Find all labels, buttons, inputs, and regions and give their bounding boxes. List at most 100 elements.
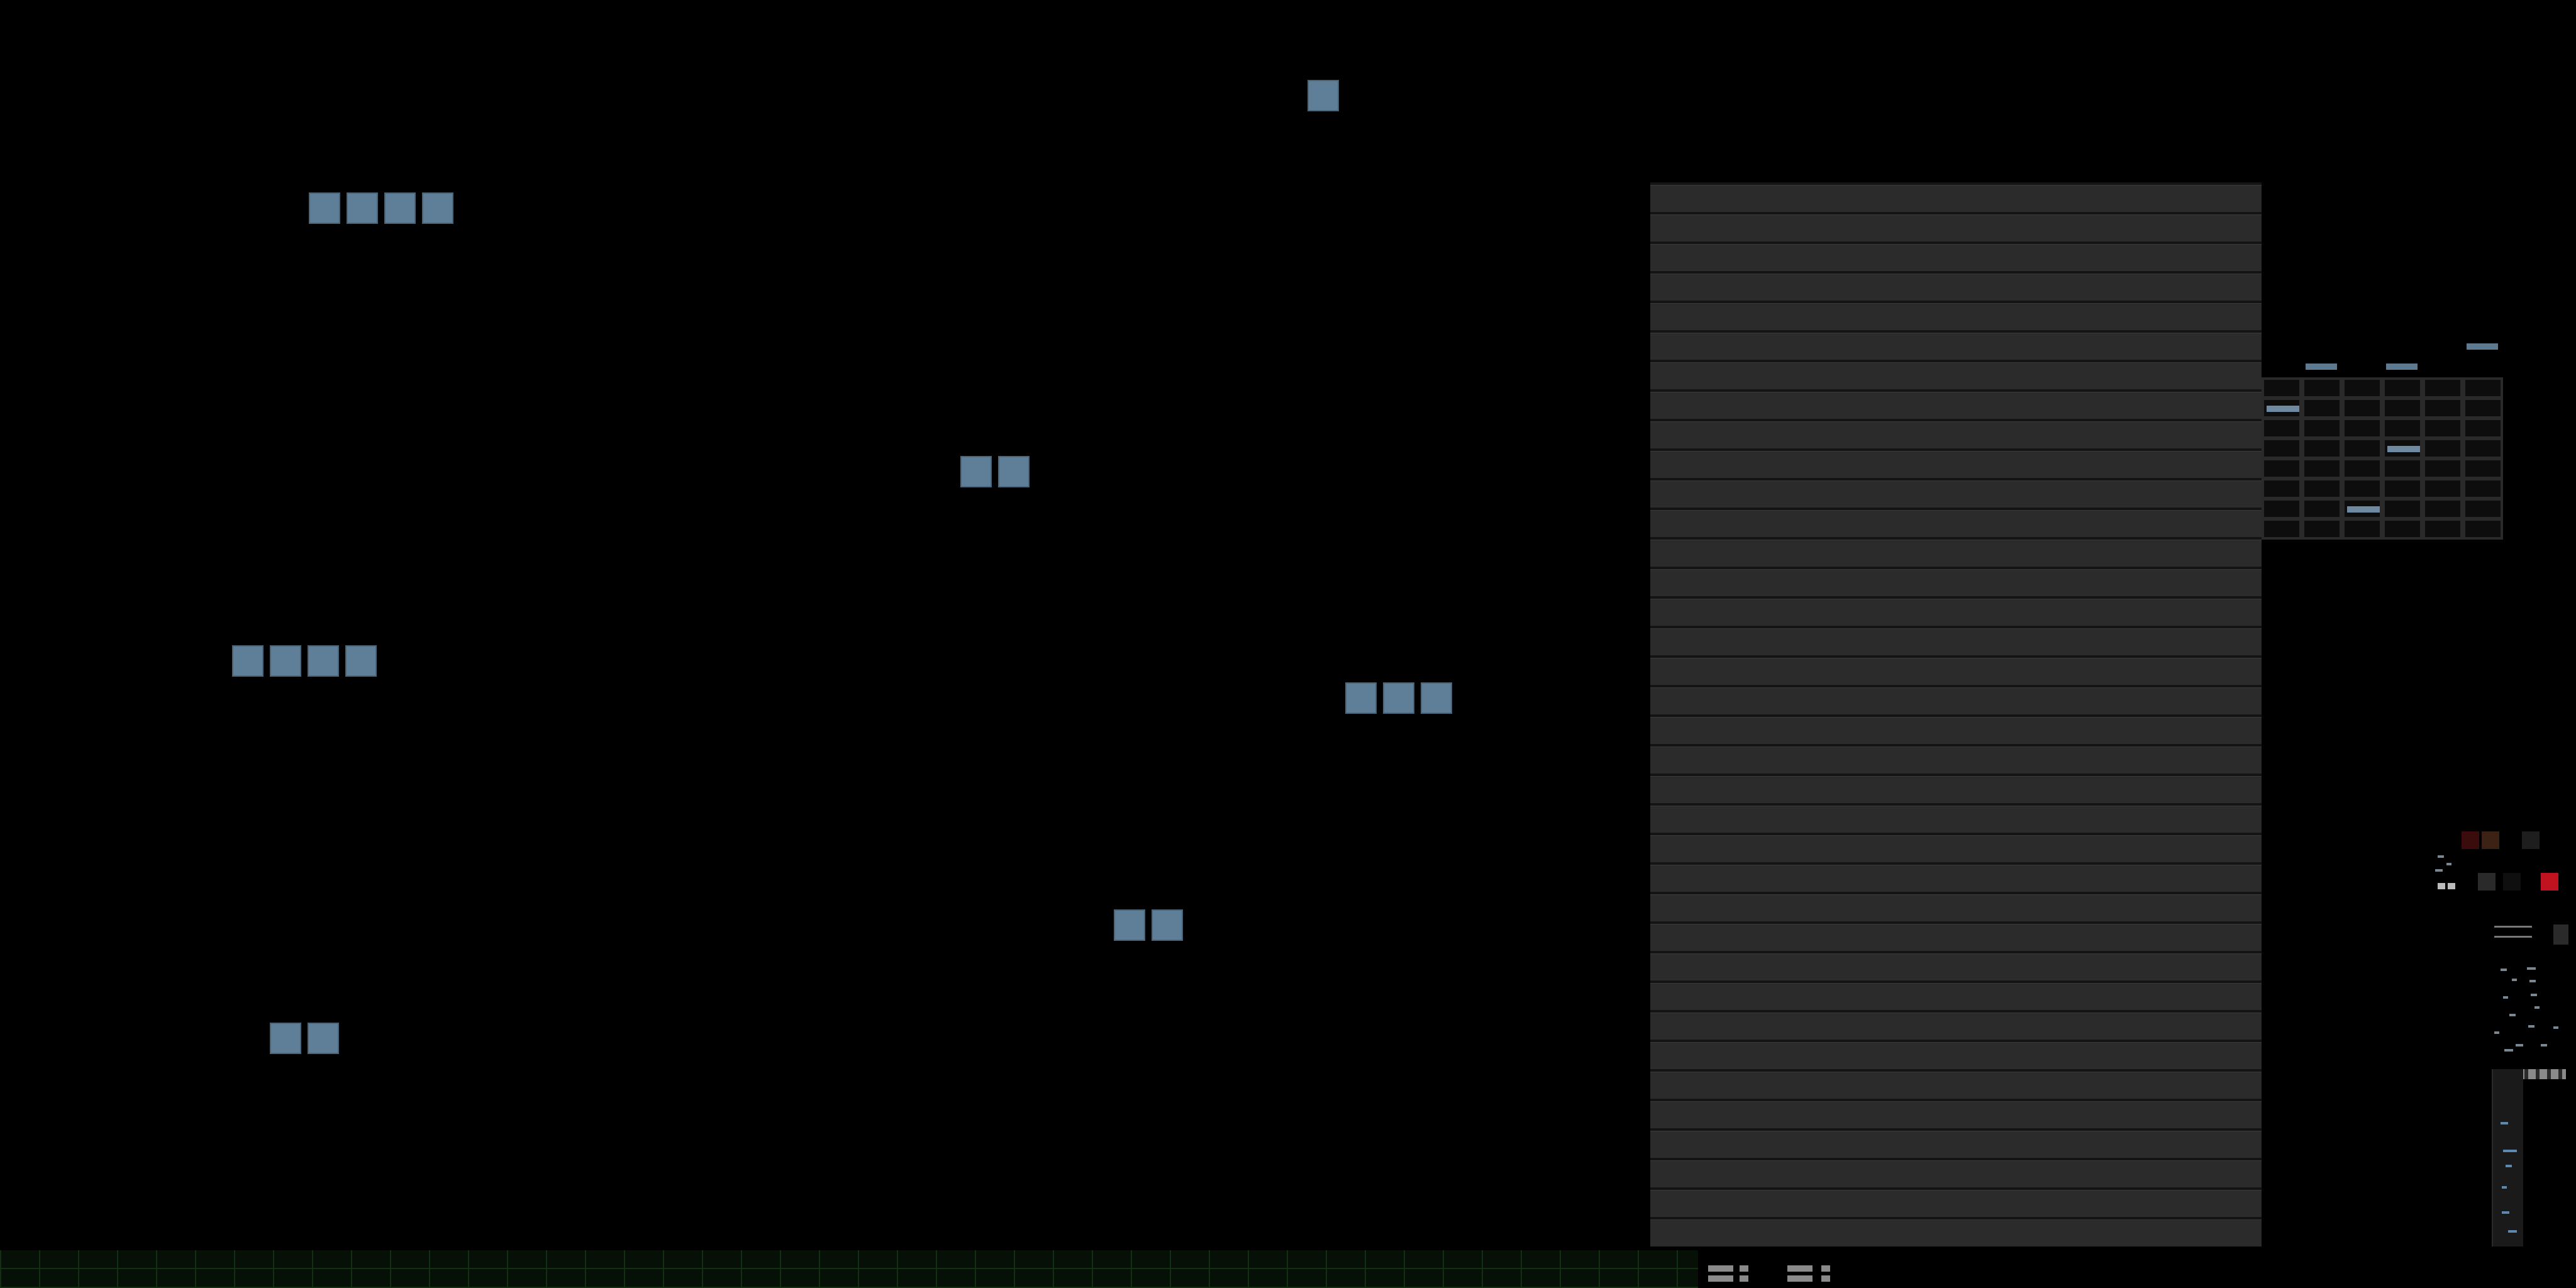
track-row[interactable] xyxy=(1650,983,2262,1010)
tool-swatch-black[interactable] xyxy=(2503,873,2521,891)
grid-cell[interactable] xyxy=(2465,480,2501,497)
track-row[interactable] xyxy=(1650,1219,2262,1246)
track-row[interactable] xyxy=(1650,687,2262,714)
canvas-block[interactable] xyxy=(1383,682,1414,714)
grid-note[interactable] xyxy=(2387,446,2420,452)
grid-cell[interactable] xyxy=(2425,400,2460,416)
track-row[interactable] xyxy=(1650,1042,2262,1069)
grid-cell[interactable] xyxy=(2425,521,2460,537)
canvas-block[interactable] xyxy=(232,645,264,677)
canvas-block[interactable] xyxy=(1307,80,1339,111)
grid-cell[interactable] xyxy=(2465,440,2501,457)
grid-cell[interactable] xyxy=(2345,380,2380,396)
track-row[interactable] xyxy=(1650,451,2262,478)
tool-swatch-gray[interactable] xyxy=(2553,924,2568,945)
track-row[interactable] xyxy=(1650,1072,2262,1099)
grid-note[interactable] xyxy=(2267,406,2299,412)
bottom-timeline-strip[interactable] xyxy=(0,1250,1698,1288)
grid-cell[interactable] xyxy=(2425,420,2460,436)
track-row[interactable] xyxy=(1650,806,2262,833)
toolbar-icon[interactable] xyxy=(1821,1265,1830,1272)
canvas-block[interactable] xyxy=(347,192,378,224)
grid-cell[interactable] xyxy=(2345,440,2380,457)
track-row[interactable] xyxy=(1650,333,2262,360)
grid-cell[interactable] xyxy=(2304,501,2340,517)
track-row[interactable] xyxy=(1650,1160,2262,1187)
canvas-block[interactable] xyxy=(308,1023,339,1054)
track-row[interactable] xyxy=(1650,599,2262,626)
track-row[interactable] xyxy=(1650,510,2262,537)
mini-grid[interactable] xyxy=(2262,377,2503,540)
canvas-block[interactable] xyxy=(1114,909,1145,941)
track-row[interactable] xyxy=(1650,953,2262,980)
toolbar-icon[interactable] xyxy=(2503,996,2508,999)
mixer-strip[interactable] xyxy=(2492,1069,2523,1246)
track-row[interactable] xyxy=(1650,362,2262,389)
track-row[interactable] xyxy=(1650,392,2262,419)
toolbar-icon[interactable] xyxy=(1821,1275,1830,1282)
grid-cell[interactable] xyxy=(2465,400,2501,416)
track-row[interactable] xyxy=(1650,1190,2262,1217)
grid-cell[interactable] xyxy=(2304,460,2340,477)
canvas-block[interactable] xyxy=(960,456,992,487)
grid-cell[interactable] xyxy=(2425,380,2460,396)
grid-cell[interactable] xyxy=(2264,460,2299,477)
grid-cell[interactable] xyxy=(2425,480,2460,497)
track-row[interactable] xyxy=(1650,658,2262,685)
toolbar-icon[interactable] xyxy=(2531,994,2537,996)
toolbar-icon[interactable] xyxy=(1708,1275,1733,1282)
toolbar-icon[interactable] xyxy=(1740,1275,1748,1282)
canvas-block[interactable] xyxy=(1421,682,1452,714)
grid-cell[interactable] xyxy=(2304,440,2340,457)
track-row[interactable] xyxy=(1650,1013,2262,1040)
grid-cell[interactable] xyxy=(2345,420,2380,436)
tool-swatch-red[interactable] xyxy=(2541,873,2558,891)
grid-cell[interactable] xyxy=(2385,400,2420,416)
toolbar-icon[interactable] xyxy=(2509,1014,2516,1016)
track-row[interactable] xyxy=(1650,1101,2262,1128)
grid-cell[interactable] xyxy=(2385,480,2420,497)
grid-cell[interactable] xyxy=(2264,420,2299,436)
toolbar-icon[interactable] xyxy=(1708,1265,1733,1272)
toolbar-icon[interactable] xyxy=(2527,967,2536,970)
canvas-block[interactable] xyxy=(1152,909,1183,941)
grid-cell[interactable] xyxy=(2264,521,2299,537)
track-row[interactable] xyxy=(1650,569,2262,596)
grid-cell[interactable] xyxy=(2425,440,2460,457)
track-row[interactable] xyxy=(1650,894,2262,921)
track-row[interactable] xyxy=(1650,214,2262,242)
canvas-block[interactable] xyxy=(998,456,1030,487)
track-row[interactable] xyxy=(1650,628,2262,655)
grid-cell[interactable] xyxy=(2345,521,2380,537)
toolbar-icon[interactable] xyxy=(2438,855,2444,858)
toolbar-icon[interactable] xyxy=(1740,1265,1748,1272)
toolbar-icon[interactable] xyxy=(2541,1044,2547,1046)
grid-cell[interactable] xyxy=(2304,380,2340,396)
tool-swatch-brown[interactable] xyxy=(2482,831,2499,849)
toolbar-icon[interactable] xyxy=(2504,1049,2513,1052)
toolbar-icon[interactable] xyxy=(2438,883,2445,889)
grid-cell[interactable] xyxy=(2385,521,2420,537)
grid-note[interactable] xyxy=(2347,506,2380,513)
grid-cell[interactable] xyxy=(2465,380,2501,396)
track-row[interactable] xyxy=(1650,747,2262,774)
toolbar-icon[interactable] xyxy=(2553,1026,2558,1029)
tool-swatch-dark-red[interactable] xyxy=(2462,831,2479,849)
grid-cell[interactable] xyxy=(2264,501,2299,517)
grid-cell[interactable] xyxy=(2465,460,2501,477)
toolbar-icon[interactable] xyxy=(2528,1025,2534,1028)
track-row[interactable] xyxy=(1650,244,2262,271)
canvas-block[interactable] xyxy=(270,1023,301,1054)
toolbar-icon[interactable] xyxy=(2516,1044,2523,1046)
grid-cell[interactable] xyxy=(2345,460,2380,477)
canvas-block[interactable] xyxy=(270,645,301,677)
grid-cell[interactable] xyxy=(2425,460,2460,477)
grid-cell[interactable] xyxy=(2465,420,2501,436)
canvas-block[interactable] xyxy=(384,192,416,224)
track-row[interactable] xyxy=(1650,480,2262,508)
canvas-block[interactable] xyxy=(345,645,377,677)
canvas-block[interactable] xyxy=(308,645,339,677)
grid-cell[interactable] xyxy=(2465,501,2501,517)
toolbar-icon[interactable] xyxy=(1787,1265,1813,1272)
track-row[interactable] xyxy=(1650,717,2262,744)
